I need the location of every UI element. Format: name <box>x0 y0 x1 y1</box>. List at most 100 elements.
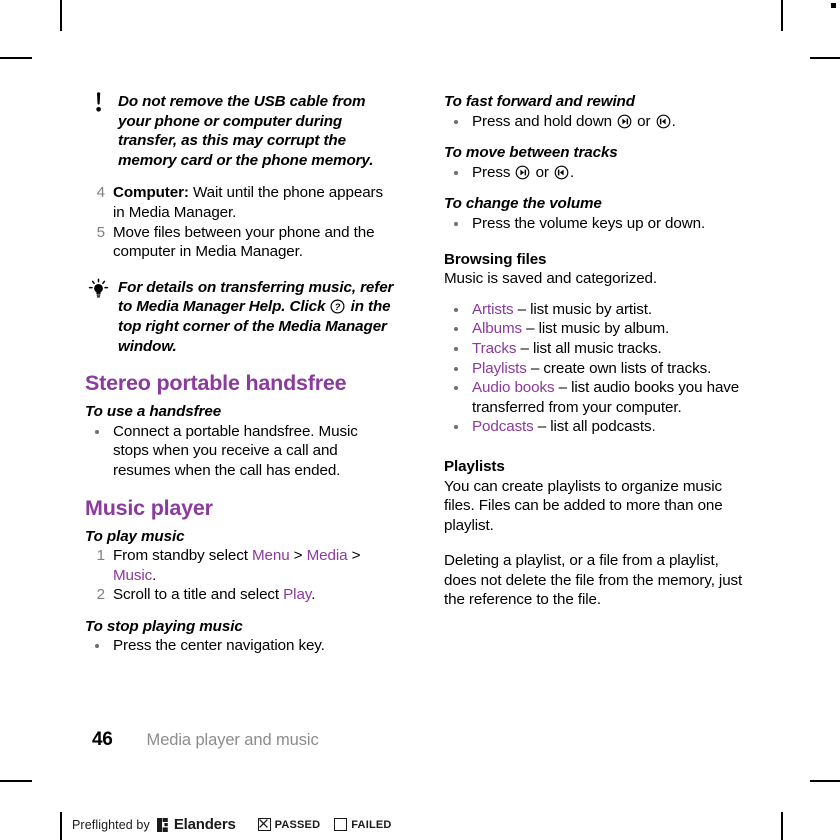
elanders-brand-name: Elanders <box>173 816 236 833</box>
heading-browsing-files: Browsing files <box>444 250 547 268</box>
subheading-to-fast-forward-and-rewind: To fast forward and rewind <box>444 93 635 110</box>
right-column: To fast forward and rewind Press and hol… <box>444 92 744 610</box>
bullet-text: Press the volume keys up or down. <box>472 214 706 232</box>
browsing-files-intro: Music is saved and categorized. <box>444 270 658 288</box>
browse-desc: – list all podcasts. <box>533 418 656 436</box>
subheading-to-stop-playing-music: To stop playing music <box>85 617 243 635</box>
step-number: 2 <box>96 586 105 604</box>
browse-desc: – list music by album. <box>522 320 670 338</box>
bullet-dot-icon <box>454 346 458 351</box>
bullet-dot-icon <box>95 644 99 649</box>
subheading-to-play-music: To play music <box>85 527 185 545</box>
passed-checkbox[interactable] <box>257 818 271 831</box>
list-item: Albums – list music by album. <box>444 319 744 339</box>
manual-page: Do not remove the USB cable from your ph… <box>0 0 840 840</box>
change-volume-bullet-list: Press the volume keys up or down. <box>444 214 744 234</box>
bullet-dot-icon <box>454 119 458 124</box>
list-item: Playlists – create own lists of tracks. <box>444 359 744 379</box>
tip-callout: For details on transferring music, refer… <box>85 278 397 356</box>
page-footer: 46 Media player and music <box>92 729 319 751</box>
lightbulb-icon <box>87 278 113 300</box>
menu-separator: > <box>347 547 361 565</box>
browse-term-audio-books: Audio books <box>472 379 555 397</box>
preflight-passed-status: PASSED FAILED <box>257 818 406 831</box>
browse-desc: – create own lists of tracks. <box>526 359 712 377</box>
browsing-files-list: Artists – list music by artist. Albums –… <box>444 300 744 437</box>
menu-separator: > <box>289 547 307 565</box>
subheading-to-use-a-handsfree: To use a handsfree <box>85 403 222 421</box>
nav-key-right-icon <box>617 114 632 129</box>
browse-term-playlists: Playlists <box>472 359 527 377</box>
failed-checkbox[interactable] <box>334 818 348 831</box>
play-music-steps-list: 1 From standby select Menu > Media > Musi… <box>85 546 397 605</box>
list-item: Press and hold down or . <box>444 112 744 132</box>
list-item: Press or . <box>444 163 744 183</box>
list-item: Audio books – list audio books you have … <box>444 378 744 417</box>
step-number: 5 <box>96 223 105 241</box>
step-item-1: 1 From standby select Menu > Media > Musi… <box>85 546 397 585</box>
step-text: Move files between your phone and the co… <box>113 223 375 261</box>
transfer-steps-list: 4 Computer: Wait until the phone appears … <box>85 183 397 261</box>
bullet-text-middle: or <box>531 163 553 181</box>
playlists-paragraph-1: You can create playlists to organize mus… <box>444 477 723 534</box>
bullet-text-after: . <box>570 163 575 181</box>
failed-label: FAILED <box>351 818 392 831</box>
svg-text:?: ? <box>335 303 341 314</box>
browse-desc: – list music by artist. <box>513 300 653 318</box>
page-number: 46 <box>92 729 113 750</box>
step-number: 4 <box>96 184 105 202</box>
browse-term-artists: Artists <box>472 300 514 318</box>
nav-key-left-icon <box>656 114 671 129</box>
bullet-dot-icon <box>454 366 458 371</box>
browse-term-tracks: Tracks <box>472 339 517 357</box>
step-text-prefix: Scroll to a title and select <box>113 586 284 604</box>
left-column: Do not remove the USB cable from your ph… <box>85 92 397 656</box>
menu-path-media: Media <box>306 547 348 565</box>
step-text-suffix: . <box>152 566 157 584</box>
preflight-text: Preflighted by <box>72 817 150 832</box>
step-item-2: 2 Scroll to a title and select Play. <box>85 585 397 605</box>
fast-forward-bullet-list: Press and hold down or . <box>444 112 744 132</box>
warning-callout-text: Do not remove the USB cable from your ph… <box>118 93 374 169</box>
heading-stereo-portable-handsfree: Stereo portable handsfree <box>85 371 347 396</box>
warning-callout: Do not remove the USB cable from your ph… <box>85 92 397 170</box>
exclamation-icon <box>87 92 113 114</box>
nav-key-right-icon <box>515 165 530 180</box>
list-item: Tracks – list all music tracks. <box>444 339 744 359</box>
list-item: Podcasts – list all podcasts. <box>444 417 744 437</box>
heading-playlists: Playlists <box>444 457 505 475</box>
preflight-bar: Preflighted by Elanders PASSED FAILED <box>72 816 406 833</box>
browse-term-albums: Albums <box>472 320 523 338</box>
stop-music-bullet-list: Press the center navigation key. <box>85 636 397 656</box>
subheading-to-change-the-volume: To change the volume <box>444 195 602 213</box>
list-item: Artists – list music by artist. <box>444 300 744 320</box>
browse-desc: – list all music tracks. <box>516 339 662 357</box>
menu-path-play: Play <box>283 586 312 604</box>
bullet-text-after: . <box>671 112 676 130</box>
list-item: Connect a portable handsfree. Music stop… <box>85 422 397 481</box>
bullet-dot-icon <box>454 307 458 312</box>
move-tracks-bullet-list: Press or . <box>444 163 744 183</box>
question-mark-icon: ? <box>330 299 345 314</box>
browse-term-podcasts: Podcasts <box>472 418 534 436</box>
bullet-dot-icon <box>454 327 458 332</box>
menu-path-music: Music <box>113 566 153 584</box>
bullet-text: Connect a portable handsfree. Music stop… <box>113 422 358 479</box>
step-number: 1 <box>96 547 105 565</box>
handsfree-bullet-list: Connect a portable handsfree. Music stop… <box>85 422 397 481</box>
step-lead-label: Computer: <box>113 184 189 202</box>
bullet-dot-icon <box>454 425 458 430</box>
step-text-prefix: From standby select <box>113 547 252 565</box>
step-text-suffix: . <box>311 586 316 604</box>
heading-music-player: Music player <box>85 495 213 520</box>
bullet-text-before: Press <box>472 163 515 181</box>
passed-label: PASSED <box>274 818 321 831</box>
bullet-dot-icon <box>95 429 99 434</box>
list-item: Press the volume keys up or down. <box>444 214 744 234</box>
menu-path-menu: Menu <box>251 547 290 565</box>
bullet-dot-icon <box>454 170 458 175</box>
